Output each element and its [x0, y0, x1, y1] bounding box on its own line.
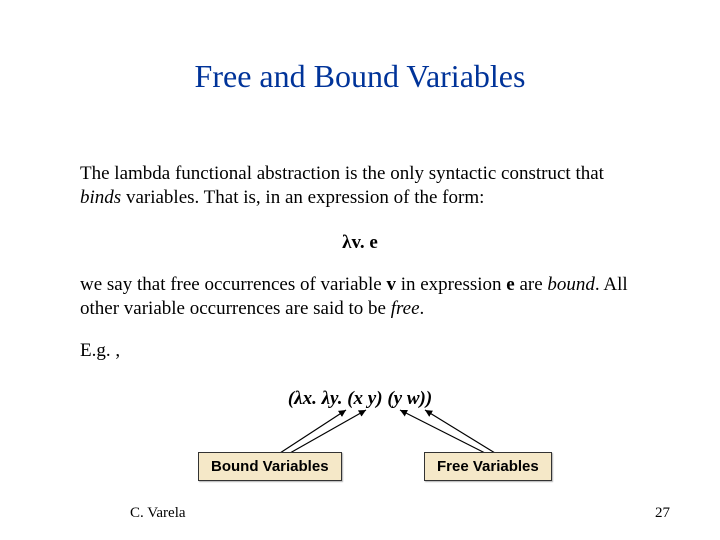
arrow-free-to-y [400, 410, 485, 453]
text: are [515, 274, 548, 295]
arrow-diagram [270, 398, 540, 458]
expression-e: e [506, 274, 514, 295]
text-binds: binds [80, 187, 121, 208]
lambda-abstraction-form: λv. e [0, 232, 720, 254]
intro-paragraph: The lambda functional abstraction is the… [80, 162, 645, 210]
arrow-bound-to-y [290, 410, 366, 453]
footer-page-number: 27 [655, 505, 670, 522]
variable-v: v [386, 274, 396, 295]
text: The lambda functional abstraction is the… [80, 163, 604, 184]
free-variables-label: Free Variables [424, 452, 552, 481]
text: in expression [396, 274, 506, 295]
slide-title: Free and Bound Variables [0, 58, 720, 95]
footer-author: C. Varela [130, 505, 186, 522]
text-bound: bound [547, 274, 595, 295]
text: . [420, 298, 425, 319]
arrow-free-to-w [425, 410, 495, 453]
bound-variables-label: Bound Variables [198, 452, 342, 481]
text-free: free [391, 298, 420, 319]
example-label: E.g. , [80, 340, 120, 362]
slide: Free and Bound Variables The lambda func… [0, 0, 720, 540]
definition-paragraph: we say that free occurrences of variable… [80, 273, 660, 321]
text: we say that free occurrences of variable [80, 274, 386, 295]
text: variables. That is, in an expression of … [121, 187, 484, 208]
arrow-bound-to-x [280, 410, 346, 453]
